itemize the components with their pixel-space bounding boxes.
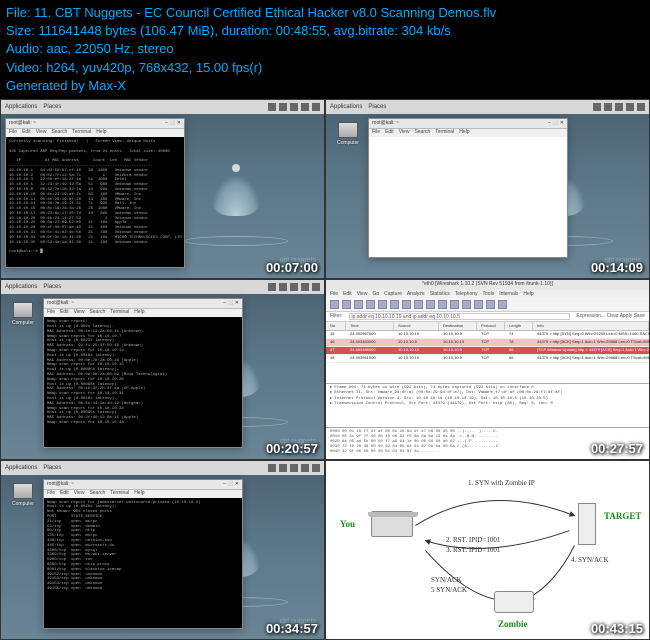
step-4: 4. SYN/ACK [571,556,609,564]
timestamp: 00:07:00 [266,260,318,275]
generated-line: Generated by Max-X [6,77,644,95]
video-line: Video: h264, yuv420p, 768x432, 15.00 fps… [6,59,644,77]
desktop-computer-icon: Computer [11,302,35,326]
you-node [371,511,413,537]
step-1: 1. SYN with Zombie IP [468,479,535,487]
thumbnail-grid: ApplicationsPlaces Computer root@kali: ~… [0,99,650,640]
thumbnail-3[interactable]: ApplicationsPlaces Computer root@kali: ~… [0,279,325,459]
terminal-window[interactable]: root@kali: ~– ⬜ ✕ FileEditViewSearchTerm… [5,118,185,268]
wireshark-columns: No.TimeSourceDestinationProtocolLengthIn… [326,322,649,331]
file-line: File: 11. CBT Nuggets - EC Council Certi… [6,4,644,22]
wireshark-filter[interactable]: Filter:ip.addr eq 10.10.10.19 and ip.add… [326,312,649,322]
wireshark-packet-list[interactable]: 4524.49296700010.10.10.1910.10.10.5TCP74… [326,331,649,363]
thumbnail-5[interactable]: ApplicationsPlaces Computer root@kali: ~… [0,460,325,640]
desktop-computer-icon: Computer [11,483,35,507]
gnome-topbar: ApplicationsPlaces [326,100,649,114]
wallpaper-droplet [176,164,296,254]
timestamp: 00:14:09 [591,260,643,275]
desktop-computer-icon: Computer [336,122,360,146]
zombie-node [494,591,534,613]
step-5: SYN/ACK [431,576,462,584]
wireshark-window[interactable]: *eth0 [Wireshark 1.10.2 (SVN Rev 51934 f… [326,280,649,458]
zombie-label: Zombie [498,619,528,629]
wireshark-toolbar[interactable] [326,298,649,312]
thumbnail-1[interactable]: ApplicationsPlaces Computer root@kali: ~… [0,99,325,279]
terminal-window[interactable]: root@kali: ~– ⬜ ✕ FileEditViewSearchTerm… [43,479,243,629]
gnome-topbar: ApplicationsPlaces [1,461,324,475]
target-label: TARGET [604,511,641,521]
step-6: 5 SYN/ACK [431,586,467,594]
audio-line: Audio: aac, 22050 Hz, stereo [6,40,644,58]
target-node [578,503,596,545]
wireshark-titlebar: *eth0 [Wireshark 1.10.2 (SVN Rev 51934 f… [326,280,649,290]
wireshark-detail-pane[interactable]: ▸ Frame 904: 74 bytes on wire (592 bits)… [326,383,649,427]
terminal-window[interactable]: root@kali: ~– ⬜ ✕ FileEditViewSearchTerm… [43,298,243,448]
thumbnail-6[interactable]: You TARGET Zombie 1. SYN with Zombie IP … [325,460,650,640]
laptop-icon [371,511,413,537]
gnome-topbar: ApplicationsPlaces [1,100,324,114]
printer-icon [494,591,534,613]
thumbnail-4[interactable]: *eth0 [Wireshark 1.10.2 (SVN Rev 51934 f… [325,279,650,459]
size-line: Size: 111641448 bytes (106.47 MiB), dura… [6,22,644,40]
server-icon [578,503,596,545]
timestamp: 00:43:15 [591,621,643,636]
thumbnail-2[interactable]: ApplicationsPlaces Computer root@kali: ~… [325,99,650,279]
step-3: 3. RST. IPID=1001 [446,546,500,554]
timestamp: 00:27:57 [591,441,643,456]
timestamp: 00:34:57 [266,621,318,636]
terminal-window[interactable]: root@kali: ~– ⬜ ✕ FileEditViewSearchTerm… [368,118,568,258]
timestamp: 00:20:57 [266,441,318,456]
gnome-topbar: ApplicationsPlaces [1,280,324,294]
step-2: 2. RST. IPID=1001 [446,536,500,544]
you-label: You [340,519,355,529]
idle-scan-diagram: You TARGET Zombie 1. SYN with Zombie IP … [326,461,649,639]
metadata-header: File: 11. CBT Nuggets - EC Council Certi… [0,0,650,99]
